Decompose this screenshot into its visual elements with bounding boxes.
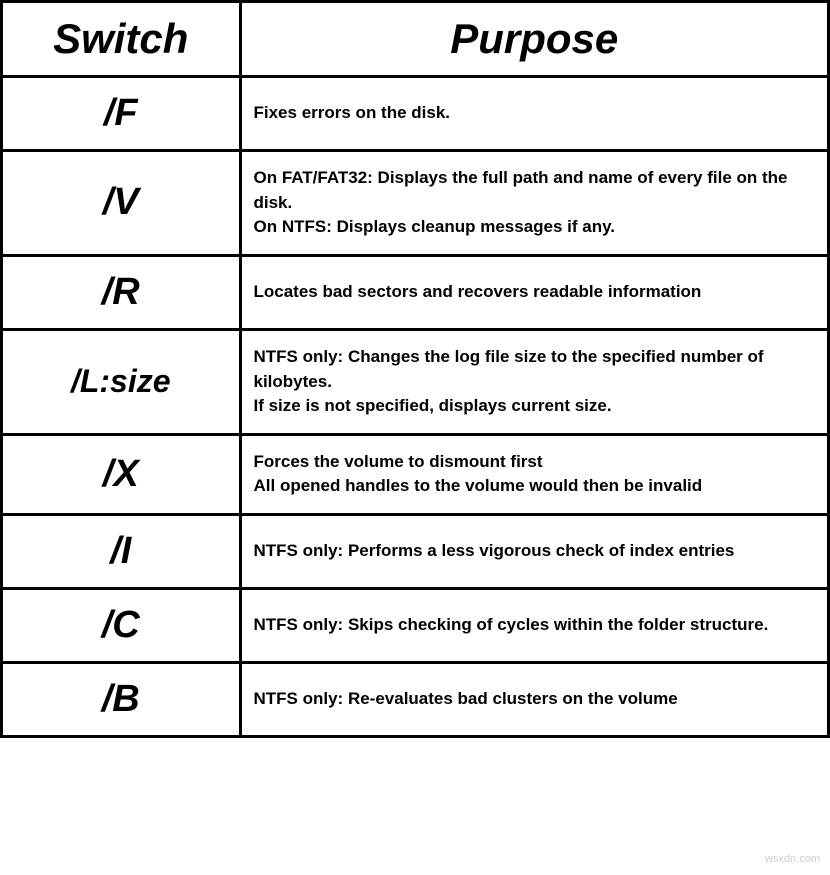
switch-cell: /C <box>3 589 240 663</box>
header-purpose: Purpose <box>240 3 827 77</box>
table-row: /FFixes errors on the disk. <box>3 77 827 151</box>
watermark: wsxdn.com <box>765 853 820 865</box>
table-row: /VOn FAT/FAT32: Displays the full path a… <box>3 151 827 256</box>
purpose-cell: NTFS only: Re-evaluates bad clusters on … <box>240 663 827 736</box>
chkdsk-table: Switch Purpose /FFixes errors on the dis… <box>3 3 827 735</box>
switch-cell: /R <box>3 255 240 329</box>
purpose-cell: Fixes errors on the disk. <box>240 77 827 151</box>
table-row: /CNTFS only: Skips checking of cycles wi… <box>3 589 827 663</box>
purpose-cell: On FAT/FAT32: Displays the full path and… <box>240 151 827 256</box>
table-row: /BNTFS only: Re-evaluates bad clusters o… <box>3 663 827 736</box>
purpose-cell: Locates bad sectors and recovers readabl… <box>240 255 827 329</box>
purpose-cell: NTFS only: Changes the log file size to … <box>240 329 827 434</box>
purpose-cell: NTFS only: Performs a less vigorous chec… <box>240 515 827 589</box>
table-row: /L:sizeNTFS only: Changes the log file s… <box>3 329 827 434</box>
table-row: /XForces the volume to dismount firstAll… <box>3 434 827 514</box>
header-row: Switch Purpose <box>3 3 827 77</box>
switch-cell: /F <box>3 77 240 151</box>
switch-cell: /L:size <box>3 329 240 434</box>
table-row: /INTFS only: Performs a less vigorous ch… <box>3 515 827 589</box>
switch-cell: /B <box>3 663 240 736</box>
header-switch: Switch <box>3 3 240 77</box>
switch-cell: /I <box>3 515 240 589</box>
purpose-cell: NTFS only: Skips checking of cycles with… <box>240 589 827 663</box>
switch-cell: /X <box>3 434 240 514</box>
main-table-container: Switch Purpose /FFixes errors on the dis… <box>0 0 830 738</box>
table-row: /RLocates bad sectors and recovers reada… <box>3 255 827 329</box>
purpose-cell: Forces the volume to dismount firstAll o… <box>240 434 827 514</box>
switch-cell: /V <box>3 151 240 256</box>
